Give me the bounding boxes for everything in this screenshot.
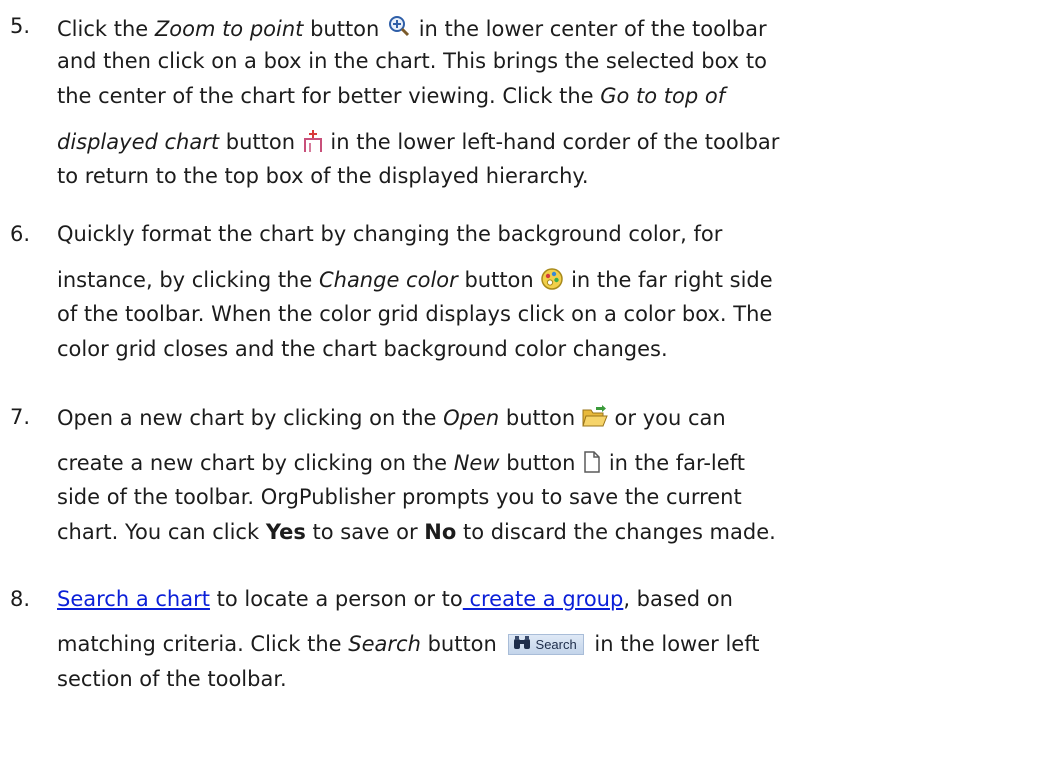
go-to-top-icon[interactable] <box>302 129 324 153</box>
step-7-line-2: create a new chart by clicking on the Ne… <box>57 450 745 475</box>
step-5-line-2: and then click on a box in the chart. Th… <box>57 49 767 73</box>
new-document-icon[interactable] <box>582 450 602 474</box>
step-number: 5. <box>10 14 31 38</box>
step-6-line-2: instance, by clicking the Change color b… <box>57 267 773 292</box>
create-a-group-link[interactable]: create a group <box>463 587 623 611</box>
step-5-line-4: displayed chart button in the lower left… <box>57 129 780 154</box>
step-5-line-1: Click the Zoom to point button in the lo… <box>57 14 767 41</box>
step-8-line-1: Search a chart to locate a person or to … <box>57 587 733 611</box>
step-6-line-3: of the toolbar. When the color grid disp… <box>57 302 773 326</box>
step-8-line-2: matching criteria. Click the Search butt… <box>57 632 760 656</box>
change-color-icon[interactable] <box>540 267 564 291</box>
step-7-line-3: side of the toolbar. OrgPublisher prompt… <box>57 485 742 509</box>
step-number: 7. <box>10 405 31 429</box>
open-folder-icon[interactable] <box>582 405 608 429</box>
search-button-label: Search <box>535 637 577 652</box>
step-5-line-5: to return to the top box of the displaye… <box>57 164 589 188</box>
step-7-line-4: chart. You can click Yes to save or No t… <box>57 520 776 544</box>
zoom-to-point-icon[interactable] <box>386 14 413 40</box>
step-5-line-3: the center of the chart for better viewi… <box>57 84 726 108</box>
step-6-line-1: Quickly format the chart by changing the… <box>57 222 723 246</box>
binoculars-icon <box>513 636 531 653</box>
step-number: 8. <box>10 587 31 611</box>
search-button-image[interactable]: Search <box>507 634 584 655</box>
search-a-chart-link[interactable]: Search a chart <box>57 587 210 611</box>
step-6-line-4: color grid closes and the chart backgrou… <box>57 337 668 361</box>
step-8-line-3: section of the toolbar. <box>57 667 287 691</box>
step-7-line-1: Open a new chart by clicking on the Open… <box>57 405 726 430</box>
step-number: 6. <box>10 222 31 246</box>
